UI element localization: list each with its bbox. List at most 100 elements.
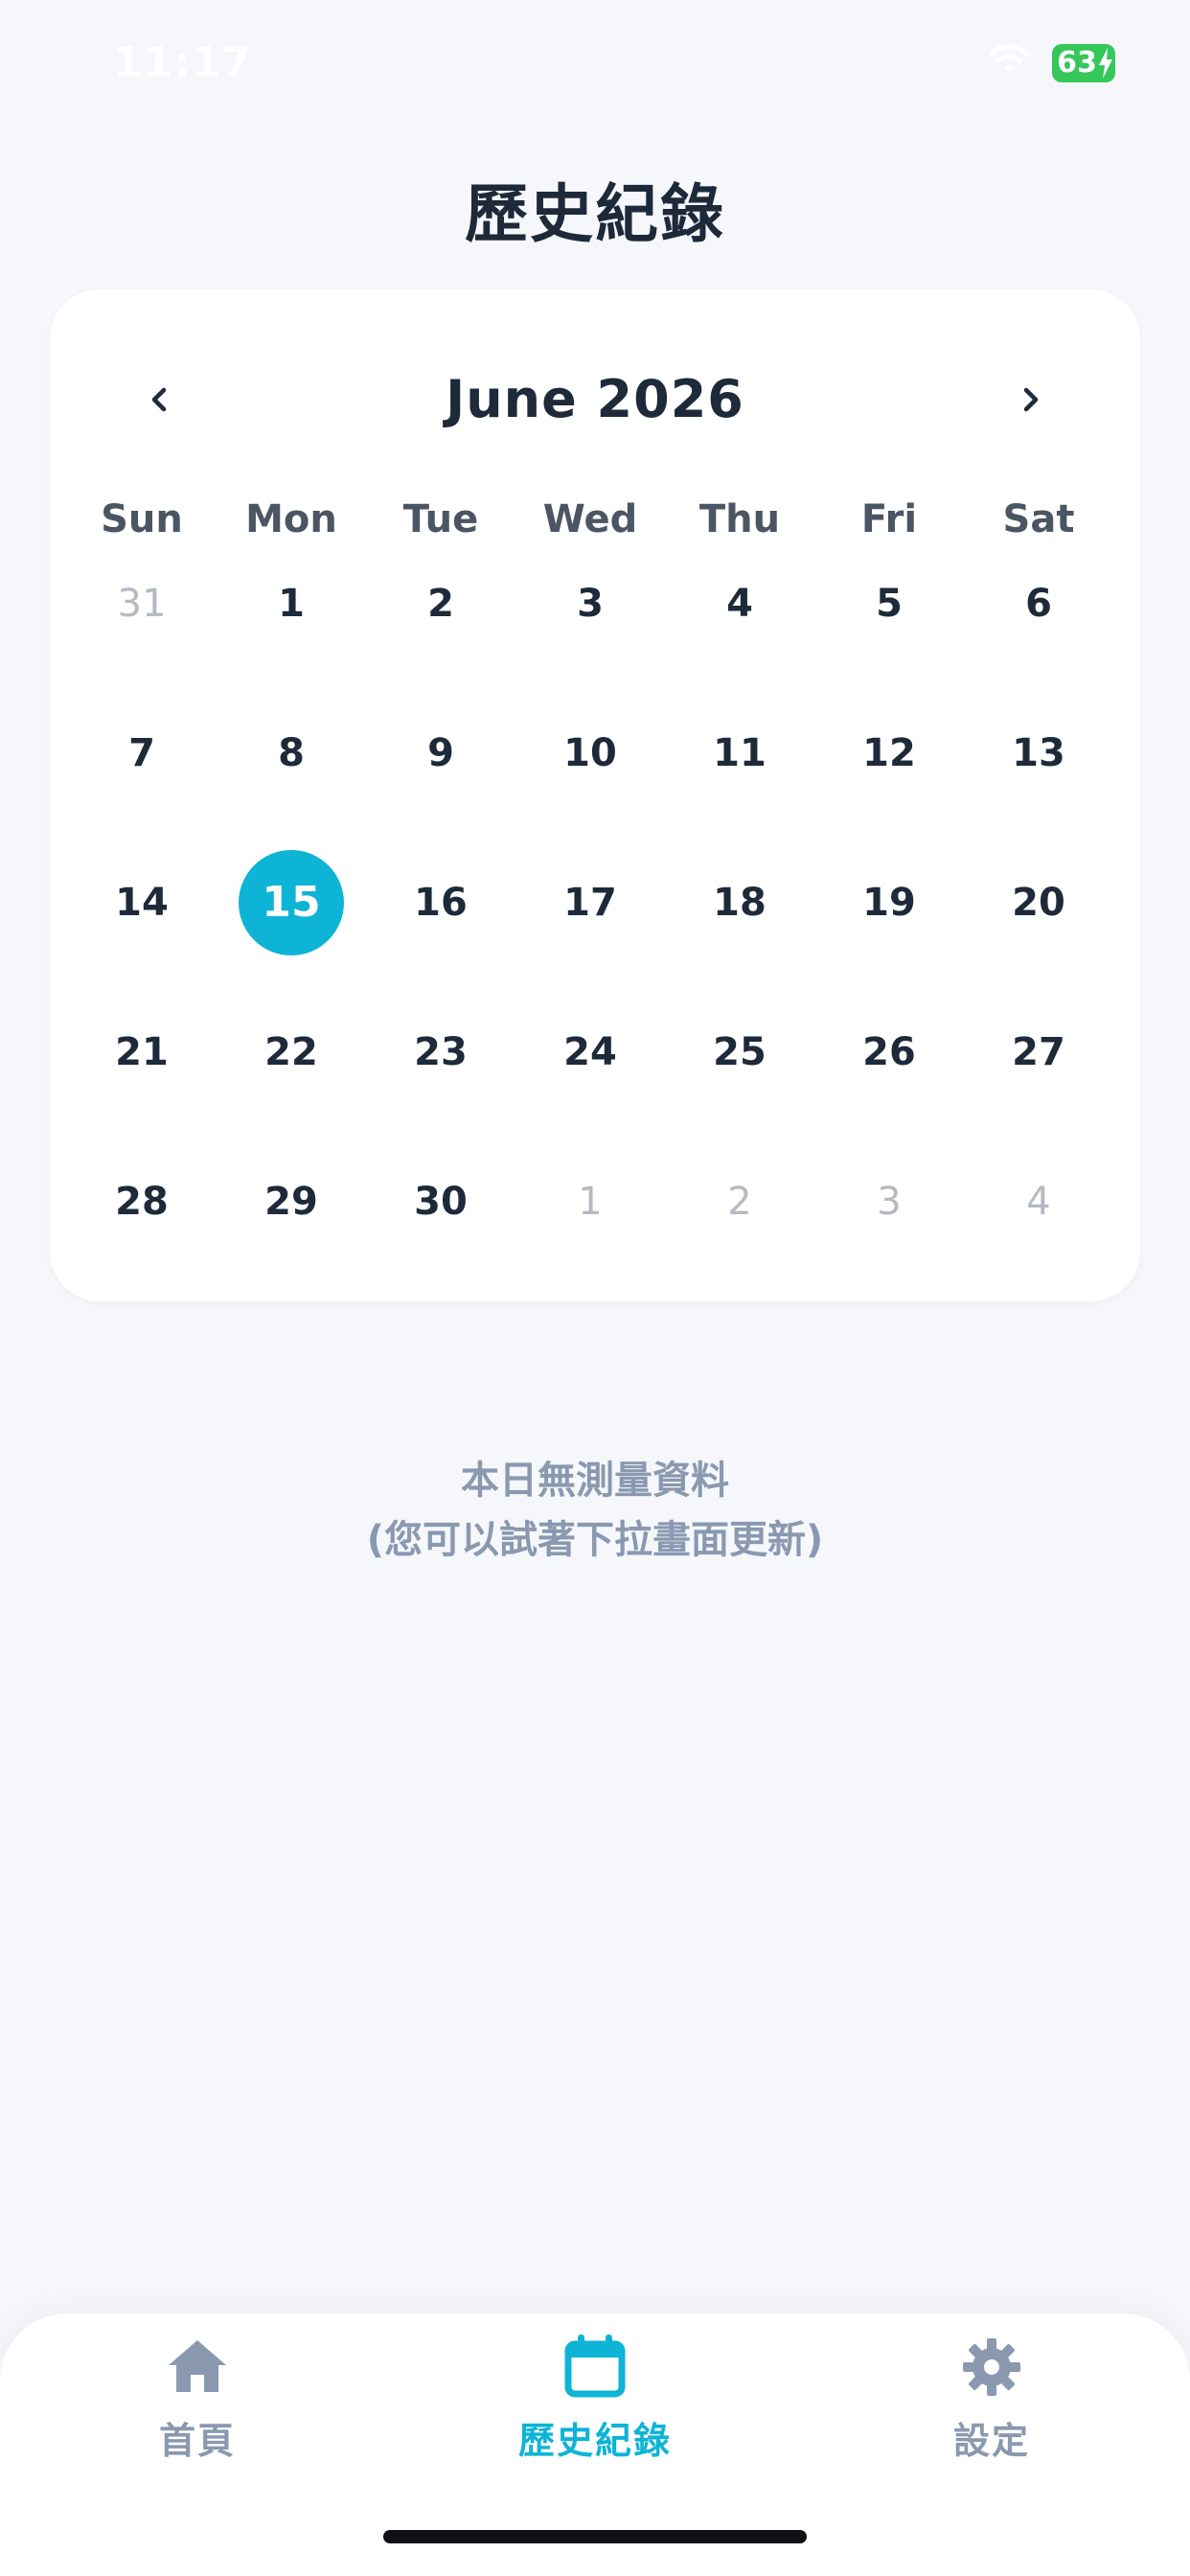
status-time: 11:17 (113, 38, 253, 87)
weekday-label: Fri (860, 497, 918, 541)
next-month-button[interactable] (977, 347, 1083, 452)
calendar-day[interactable]: 4 (964, 1149, 1113, 1299)
calendar-day[interactable]: 8 (217, 701, 366, 850)
day-number: 13 (1012, 731, 1065, 775)
weekday-label: Tue (402, 497, 479, 541)
day-number: 20 (1012, 881, 1065, 925)
day-number: 29 (264, 1180, 318, 1224)
day-number: 28 (115, 1180, 169, 1224)
weekday-label: Thu (698, 497, 781, 541)
calendar-header: June 2026 (50, 347, 1140, 452)
gear-icon (963, 2338, 1020, 2396)
weekday-label: Wed (542, 497, 638, 541)
calendar-day[interactable]: 4 (665, 551, 814, 701)
day-number: 22 (264, 1030, 318, 1074)
wifi-icon (989, 44, 1029, 73)
day-number: 6 (1025, 582, 1052, 626)
tab-label: 設定 (952, 2420, 1030, 2462)
calendar-day[interactable]: 3 (515, 551, 665, 701)
day-number: 25 (713, 1030, 767, 1074)
calendar-day[interactable]: 12 (814, 701, 964, 850)
tab-label: 首頁 (158, 2420, 236, 2462)
tab-history[interactable]: 歷史紀錄 (451, 2333, 739, 2476)
calendar-day[interactable]: 13 (964, 701, 1113, 850)
day-number: 2 (727, 1180, 752, 1224)
weekday-label: Mon (245, 497, 337, 541)
calendar-day[interactable]: 10 (515, 701, 665, 850)
day-number: 1 (578, 1180, 603, 1224)
day-number: 8 (278, 731, 305, 775)
page-title: 歷史紀錄 (465, 177, 725, 251)
battery-indicator: 63 (1052, 44, 1115, 82)
day-number: 21 (115, 1030, 169, 1074)
calendar-day[interactable]: 21 (67, 1000, 217, 1149)
calendar-day[interactable]: 17 (515, 850, 665, 1000)
calendar-day[interactable]: 27 (964, 1000, 1113, 1149)
calendar-day[interactable]: 11 (665, 701, 814, 850)
home-indicator (383, 2530, 807, 2543)
day-number: 23 (414, 1030, 468, 1074)
day-number: 4 (726, 582, 753, 626)
day-number: 12 (862, 731, 916, 775)
calendar-icon (564, 2334, 626, 2398)
day-number: 10 (563, 731, 617, 775)
calendar-day[interactable]: 16 (366, 850, 515, 1000)
calendar-day-grid: 31 1 2 3 4 5 6 7 8 9 10 11 12 13 14 15 16 17 18 19 20 21 22 23 2… (67, 551, 1123, 1299)
calendar-day[interactable]: 28 (67, 1149, 217, 1299)
calendar-day[interactable]: 6 (964, 551, 1113, 701)
calendar-day[interactable]: 22 (217, 1000, 366, 1149)
day-number: 24 (563, 1030, 617, 1074)
calendar-day[interactable]: 25 (665, 1000, 814, 1149)
calendar-card: June 2026 Sun Mon Tue Wed Thu Fri Sat 31… (50, 289, 1140, 1301)
calendar-day[interactable]: 3 (814, 1149, 964, 1299)
day-number: 26 (862, 1030, 916, 1074)
day-number: 5 (876, 582, 903, 626)
status-bar: 11:17 63 (0, 0, 1190, 115)
day-number: 4 (1026, 1180, 1051, 1224)
calendar-day-selected[interactable]: 15 (217, 850, 366, 1000)
calendar-day[interactable]: 23 (366, 1000, 515, 1149)
tab-settings[interactable]: 設定 (848, 2333, 1135, 2476)
calendar-day[interactable]: 1 (217, 551, 366, 701)
day-number: 3 (577, 582, 604, 626)
calendar-day[interactable]: 14 (67, 850, 217, 1000)
day-number: 18 (713, 881, 767, 925)
empty-state-message: 本日無測量資料 (461, 1459, 729, 1503)
weekday-label: Sat (1002, 497, 1075, 541)
empty-state-hint: (您可以試著下拉畫面更新) (366, 1518, 824, 1562)
chevron-left-icon (151, 387, 167, 412)
battery-level: 63 (1057, 46, 1097, 80)
chevron-right-icon (1023, 387, 1039, 412)
day-number: 9 (427, 731, 454, 775)
calendar-day[interactable]: 31 (67, 551, 217, 701)
day-number: 14 (115, 881, 169, 925)
previous-month-button[interactable] (107, 347, 213, 452)
day-number: 31 (117, 582, 167, 626)
weekday-label: Sun (101, 497, 183, 541)
calendar-day[interactable]: 9 (366, 701, 515, 850)
day-number: 15 (239, 850, 344, 955)
calendar-day[interactable]: 20 (964, 850, 1113, 1000)
day-number: 27 (1012, 1030, 1065, 1074)
day-number: 2 (427, 582, 454, 626)
calendar-day[interactable]: 29 (217, 1149, 366, 1299)
calendar-day[interactable]: 1 (515, 1149, 665, 1299)
day-number: 30 (414, 1180, 468, 1224)
calendar-day[interactable]: 19 (814, 850, 964, 1000)
charging-bolt-icon (1099, 48, 1112, 79)
calendar-day[interactable]: 26 (814, 1000, 964, 1149)
tab-label: 歷史紀錄 (517, 2420, 672, 2462)
weekday-header-row: Sun Mon Tue Wed Thu Fri Sat (67, 481, 1123, 558)
calendar-day[interactable]: 24 (515, 1000, 665, 1149)
calendar-day[interactable]: 5 (814, 551, 964, 701)
calendar-day[interactable]: 7 (67, 701, 217, 850)
day-number: 16 (414, 881, 468, 925)
calendar-day[interactable]: 2 (665, 1149, 814, 1299)
day-number: 19 (862, 881, 916, 925)
day-number: 17 (563, 881, 617, 925)
calendar-day[interactable]: 30 (366, 1149, 515, 1299)
tab-home[interactable]: 首頁 (54, 2333, 341, 2476)
calendar-day[interactable]: 18 (665, 850, 814, 1000)
calendar-day[interactable]: 2 (366, 551, 515, 701)
day-number: 11 (713, 731, 767, 775)
